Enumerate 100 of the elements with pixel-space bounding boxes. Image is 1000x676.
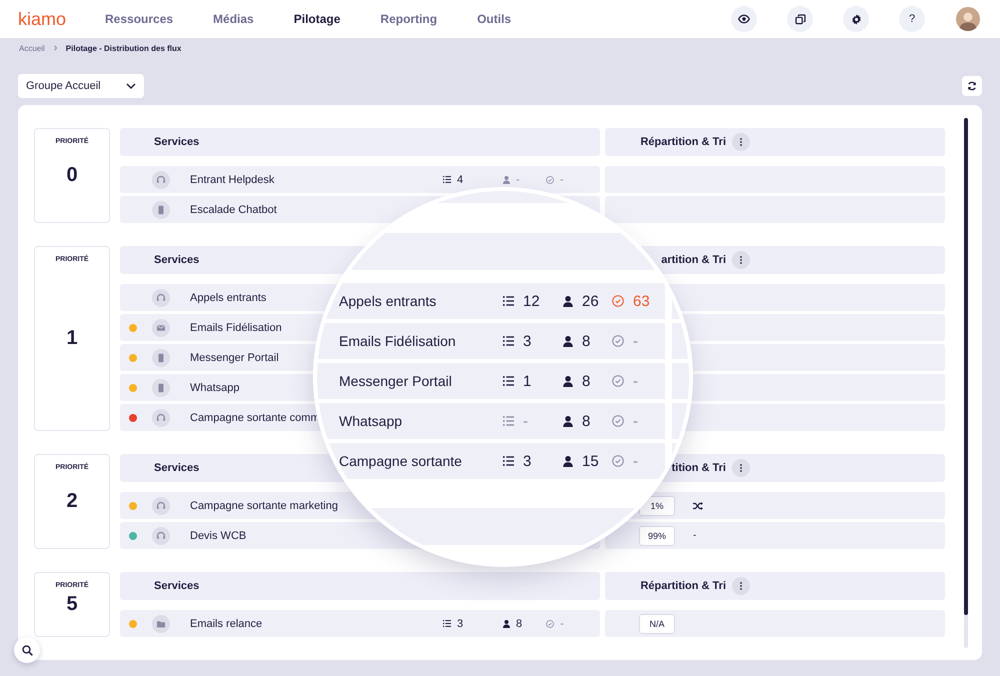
- service-name: Campagne sortante marketing: [190, 500, 338, 512]
- headset-icon: [152, 408, 170, 426]
- preview-button[interactable]: [731, 6, 757, 32]
- service-name: Emails Fidélisation: [190, 322, 282, 334]
- person-icon: [563, 416, 573, 426]
- more-button[interactable]: [732, 133, 750, 151]
- headset-icon: [152, 170, 170, 188]
- check-circle-icon: [546, 620, 554, 628]
- stat-value: -: [633, 412, 638, 430]
- list-icon: [443, 176, 451, 183]
- stat-value: 26: [582, 292, 599, 310]
- phone-icon: [152, 200, 170, 218]
- stat-value: -: [633, 332, 638, 350]
- service-name: Entrant Helpdesk: [190, 174, 274, 186]
- person-icon: [503, 176, 510, 184]
- chevron-down-icon: [126, 83, 136, 89]
- share-field[interactable]: N/A: [639, 614, 675, 634]
- priority-number: 0: [66, 164, 78, 188]
- person-icon: [563, 456, 573, 466]
- services-header: Services: [154, 580, 200, 592]
- refresh-button[interactable]: [962, 76, 982, 96]
- stat-value: -: [633, 452, 638, 470]
- search-button[interactable]: [14, 637, 40, 663]
- headset-icon: [152, 526, 170, 544]
- priority-number: 1: [66, 327, 78, 351]
- list-icon: [503, 336, 514, 346]
- phone-icon: [152, 348, 170, 366]
- person-icon: [563, 376, 573, 386]
- service-name: Whatsapp: [190, 382, 240, 394]
- mail-icon: [152, 318, 170, 336]
- eye-icon: [738, 13, 750, 25]
- person-icon: [563, 296, 573, 306]
- check-circle-icon: [612, 415, 624, 427]
- list-icon: [503, 296, 514, 306]
- stat-value: 3: [523, 332, 532, 350]
- magnified-cell: [672, 323, 689, 359]
- help-button[interactable]: ?: [899, 6, 925, 32]
- distribution-header: Répartition & Tri: [640, 580, 726, 592]
- services-header: Services: [154, 254, 200, 266]
- stat-value: -: [516, 174, 520, 186]
- list-icon: [443, 620, 451, 627]
- shuffle-icon[interactable]: [693, 502, 703, 510]
- list-icon: [503, 376, 514, 386]
- person-icon: [503, 620, 510, 628]
- refresh-icon: [967, 81, 977, 91]
- stat-value: -: [560, 618, 564, 630]
- check-circle-icon: [612, 375, 624, 387]
- service-name: Appels entrants: [190, 292, 266, 304]
- priority-number: 5: [66, 593, 78, 617]
- headset-icon: [152, 496, 170, 514]
- search-icon: [22, 644, 32, 656]
- nav-tab[interactable]: Outils: [477, 12, 512, 26]
- share-field[interactable]: 99%: [639, 526, 675, 546]
- nav-tab[interactable]: Ressources: [105, 12, 174, 26]
- service-name: Campagne sortante: [339, 453, 463, 469]
- service-name: Devis WCB: [190, 530, 246, 542]
- folder-icon: [152, 614, 170, 632]
- stat-value: 4: [457, 174, 464, 186]
- stat-value: 8: [582, 412, 590, 430]
- nav-tab[interactable]: Pilotage: [294, 12, 340, 26]
- group-dropdown[interactable]: Groupe Accueil: [18, 74, 144, 98]
- service-name: Appels entrants: [339, 293, 438, 309]
- chevron-right-icon: [52, 45, 58, 51]
- check-circle-icon: [546, 176, 554, 184]
- breadcrumb-link[interactable]: Accueil: [19, 44, 45, 52]
- service-row[interactable]: Emails relance 3 8 -: [120, 610, 600, 637]
- stat-value: 12: [523, 292, 540, 310]
- service-name: Emails Fidélisation: [339, 333, 457, 349]
- service-row[interactable]: Entrant Helpdesk 4 - -: [120, 166, 600, 193]
- scrollbar[interactable]: [964, 118, 968, 648]
- check-circle-icon: [612, 455, 624, 467]
- nav-tab[interactable]: Reporting: [380, 12, 438, 26]
- priority-number: 2: [66, 490, 78, 514]
- breadcrumb-current: Pilotage - Distribution des flux: [66, 44, 182, 52]
- avatar[interactable]: [956, 7, 980, 31]
- services-header: Services: [154, 462, 200, 474]
- list-icon: [503, 416, 514, 426]
- more-button[interactable]: [732, 577, 750, 595]
- services-header: Services: [154, 136, 200, 148]
- stat-value: 63: [633, 292, 650, 310]
- stat-value: 1: [523, 372, 532, 390]
- sort-value: -: [693, 530, 696, 541]
- windows-button[interactable]: [787, 6, 813, 32]
- stat-value: -: [560, 174, 564, 186]
- more-button[interactable]: [732, 459, 750, 477]
- windows-icon: [794, 14, 806, 24]
- more-button[interactable]: [732, 251, 750, 269]
- settings-icon: [850, 14, 862, 24]
- person-icon: [563, 336, 573, 346]
- distribution-header: Répartition & Tri: [640, 136, 726, 148]
- service-name: Messenger Portail: [339, 373, 453, 389]
- phone-icon: [152, 378, 170, 396]
- list-icon: [503, 456, 514, 466]
- nav-tab[interactable]: Médias: [213, 12, 254, 26]
- service-name: Messenger Portail: [190, 352, 279, 364]
- distribution-header: artition & Tri: [661, 254, 726, 266]
- stat-value: 15: [582, 452, 599, 470]
- check-circle-icon: [612, 335, 624, 347]
- settings-button[interactable]: [843, 6, 869, 32]
- stat-value: -: [633, 372, 638, 390]
